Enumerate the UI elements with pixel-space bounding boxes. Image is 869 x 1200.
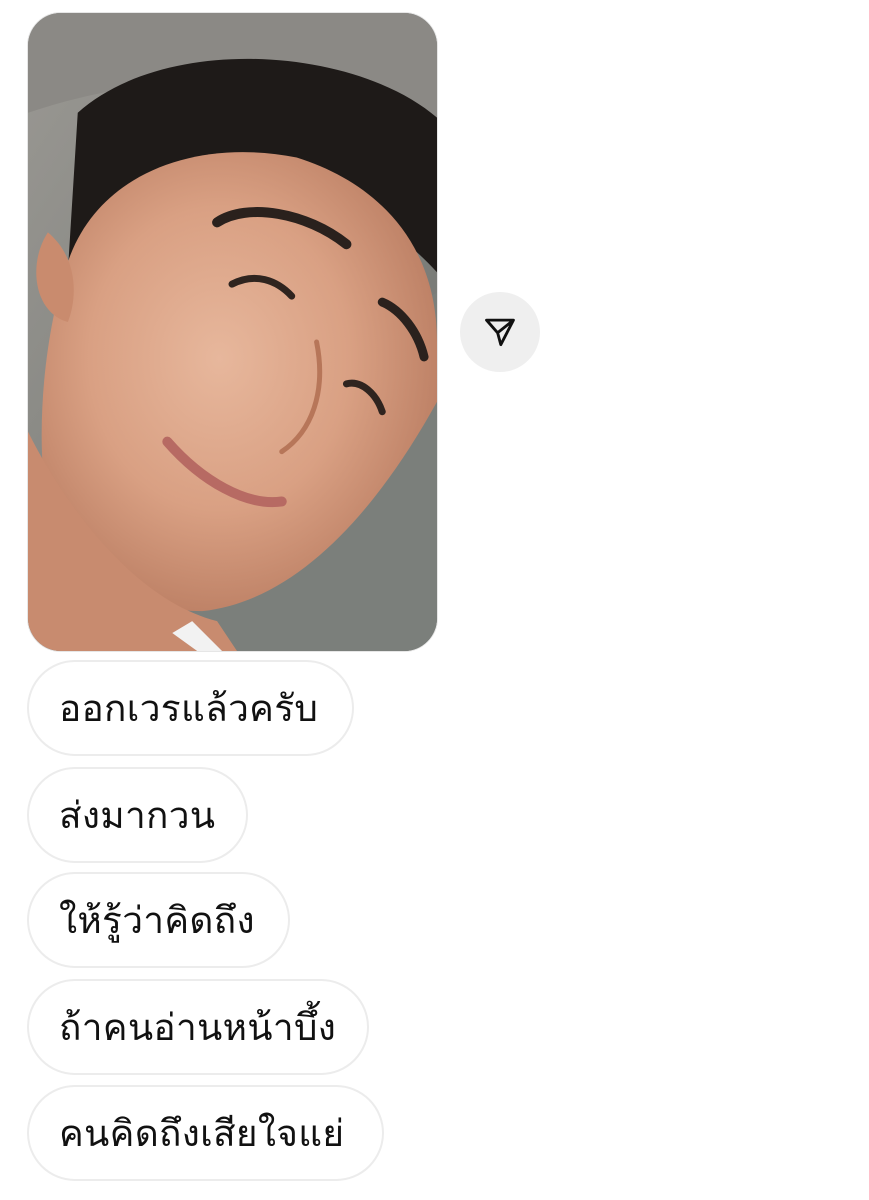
message-bubble[interactable]: ให้รู้ว่าคิดถึง xyxy=(27,872,290,968)
message-text: ส่งมากวน xyxy=(59,793,216,837)
message-bubble[interactable]: ส่งมากวน xyxy=(27,767,248,863)
paper-plane-icon xyxy=(485,318,515,347)
message-text: ถ้าคนอ่านหน้าบึ้ง xyxy=(59,1005,337,1049)
message-text: คนคิดถึงเสียใจแย่ xyxy=(59,1111,345,1155)
selfie-photo xyxy=(28,13,437,651)
message-text: ให้รู้ว่าคิดถึง xyxy=(59,898,255,942)
message-bubble[interactable]: ถ้าคนอ่านหน้าบึ้ง xyxy=(27,979,369,1075)
message-bubble[interactable]: ออกเวรแล้วครับ xyxy=(27,660,354,756)
message-text: ออกเวรแล้วครับ xyxy=(59,686,319,730)
share-button[interactable] xyxy=(460,292,540,372)
message-bubble[interactable]: คนคิดถึงเสียใจแย่ xyxy=(27,1085,384,1181)
photo-message[interactable] xyxy=(27,12,438,652)
